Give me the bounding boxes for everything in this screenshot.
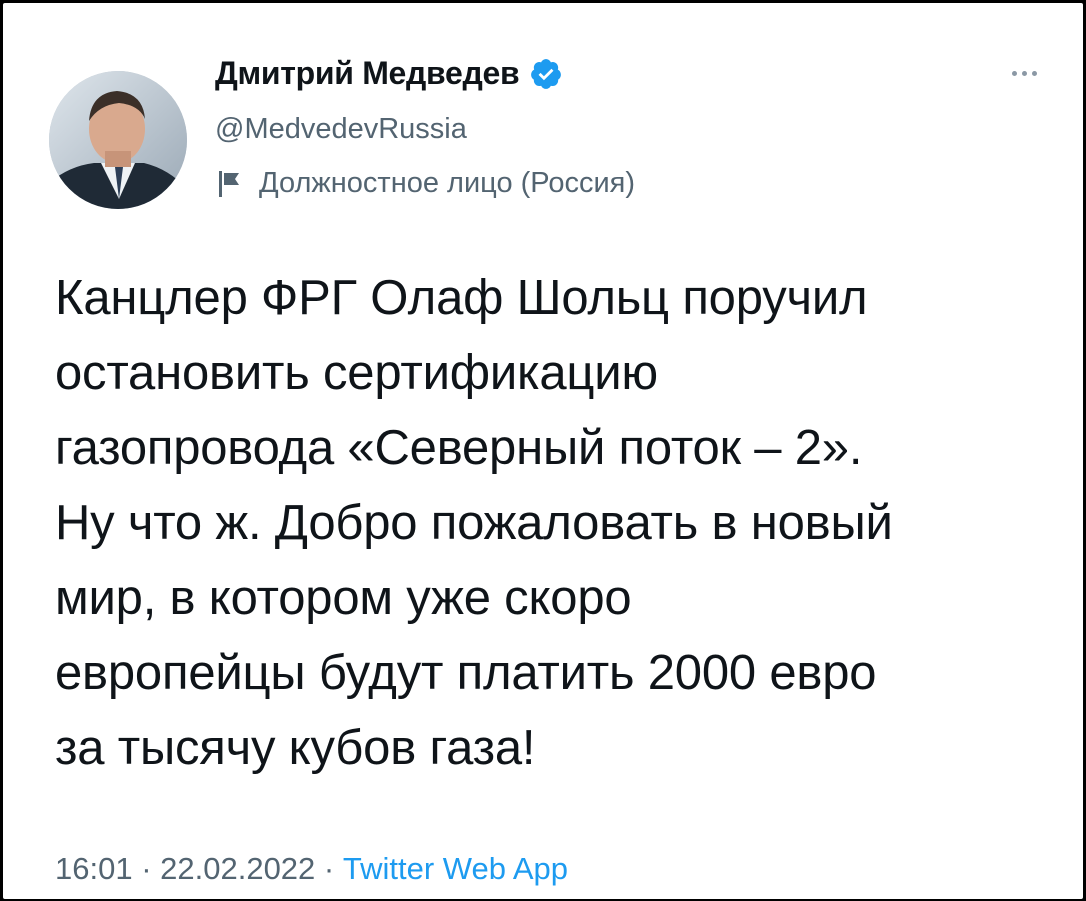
meta-separator: · xyxy=(132,851,161,886)
account-label: Должностное лицо (Россия) xyxy=(217,167,635,200)
more-options-icon[interactable] xyxy=(1008,61,1041,86)
flag-icon xyxy=(217,169,243,199)
verified-badge-icon xyxy=(529,57,563,91)
tweet-text-line: за тысячу кубов газа! xyxy=(55,721,536,775)
account-label-text: Должностное лицо (Россия) xyxy=(259,167,636,199)
tweet-text-line: европейцы будут платить 2000 евро xyxy=(55,646,877,700)
tweet-text-line: газопровода «Северный поток – 2». xyxy=(55,421,863,475)
avatar[interactable] xyxy=(49,71,187,209)
author-name-row: Дмитрий Медведев xyxy=(215,55,563,92)
tweet-text: Канцлер ФРГ Олаф Шольц поручил остановит… xyxy=(55,261,1055,786)
author-name[interactable]: Дмитрий Медведев xyxy=(215,55,520,92)
avatar-image xyxy=(49,71,187,209)
tweet-text-line: Ну что ж. Добро пожаловать в новый xyxy=(55,496,893,550)
tweet-date[interactable]: 22.02.2022 xyxy=(160,851,315,887)
tweet-text-line: остановить сертификацию xyxy=(55,346,658,400)
tweet-time[interactable]: 16:01 xyxy=(55,851,133,887)
meta-separator: · xyxy=(315,851,343,886)
tweet-card: Дмитрий Медведев @MedvedevRussia Должнос… xyxy=(3,3,1083,899)
tweet-meta: 16:01 · 22.02.2022 · Twitter Web App xyxy=(55,851,568,887)
tweet-text-line: Канцлер ФРГ Олаф Шольц поручил xyxy=(55,271,868,325)
author-handle[interactable]: @MedvedevRussia xyxy=(215,113,467,146)
tweet-text-line: мир, в котором уже скоро xyxy=(55,571,632,625)
tweet-source-link[interactable]: Twitter Web App xyxy=(343,851,568,887)
